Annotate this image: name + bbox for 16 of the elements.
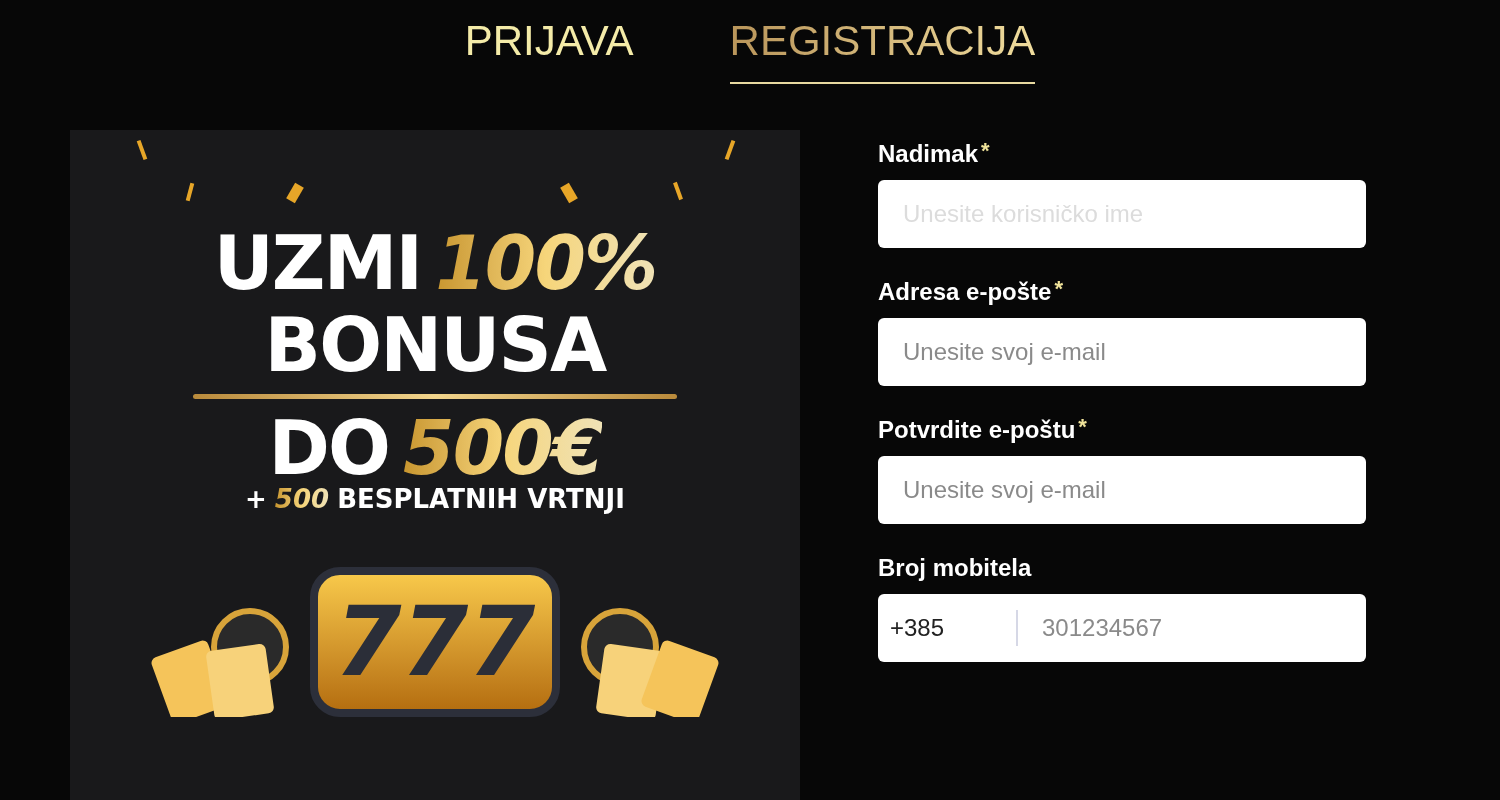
phone-field[interactable]: +385 301234567 — [878, 594, 1366, 662]
input-field[interactable]: Unesite svoj e-mail — [878, 456, 1366, 524]
required-mark-icon: * — [1054, 278, 1063, 300]
required-mark-icon: * — [981, 140, 990, 162]
slot-sign: 777 — [310, 567, 560, 717]
country-code[interactable]: +385 — [878, 610, 1018, 646]
required-mark-icon: * — [1078, 416, 1087, 438]
field-label: Nadimak — [878, 140, 979, 168]
banner-text: UZMI — [213, 222, 422, 304]
field-label: Potvrdite e-poštu — [878, 416, 1076, 444]
field-label: Adresa e-pošte — [878, 278, 1052, 306]
tab[interactable]: PRIJAVA — [464, 16, 634, 84]
banner-text: + — [245, 483, 267, 515]
banner-text: BONUSA — [264, 304, 606, 386]
field-label: Broj mobitela — [878, 554, 1032, 582]
input-field[interactable]: Unesite svoj e-mail — [878, 318, 1366, 386]
